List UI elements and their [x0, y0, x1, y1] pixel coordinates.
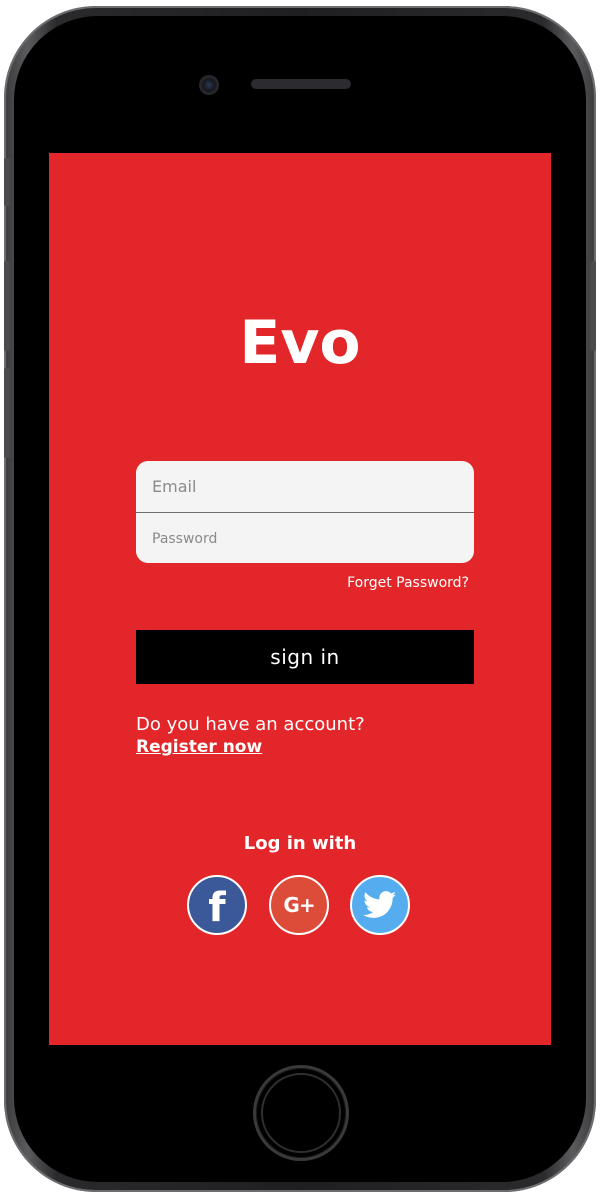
silent-switch: [4, 158, 10, 206]
front-camera: [200, 76, 218, 94]
google-plus-login-button[interactable]: G+: [269, 875, 329, 935]
sign-in-button[interactable]: sign in: [136, 630, 474, 684]
login-form: [136, 461, 474, 563]
app-title: Evo: [239, 308, 361, 378]
volume-up-button: [4, 261, 10, 351]
twitter-icon: [363, 891, 397, 918]
twitter-login-button[interactable]: [350, 875, 410, 935]
forget-password-link[interactable]: Forget Password?: [347, 575, 469, 591]
home-button-ring: [261, 1073, 341, 1153]
facebook-icon: f: [208, 885, 226, 931]
volume-down-button: [4, 368, 10, 458]
account-question: Do you have an account?: [136, 714, 365, 735]
password-field[interactable]: [136, 513, 474, 563]
facebook-login-button[interactable]: f: [187, 875, 247, 935]
social-login-heading: Log in with: [243, 833, 357, 854]
home-button[interactable]: [256, 1068, 346, 1158]
power-button: [590, 261, 596, 351]
email-field[interactable]: [136, 461, 474, 512]
register-now-link[interactable]: Register now: [136, 737, 262, 757]
google-plus-icon: G+: [283, 893, 315, 917]
earpiece-speaker: [251, 79, 351, 89]
screen: Evo Forget Password? sign in Do you have…: [46, 150, 554, 1048]
login-screen: Evo Forget Password? sign in Do you have…: [49, 153, 551, 1045]
